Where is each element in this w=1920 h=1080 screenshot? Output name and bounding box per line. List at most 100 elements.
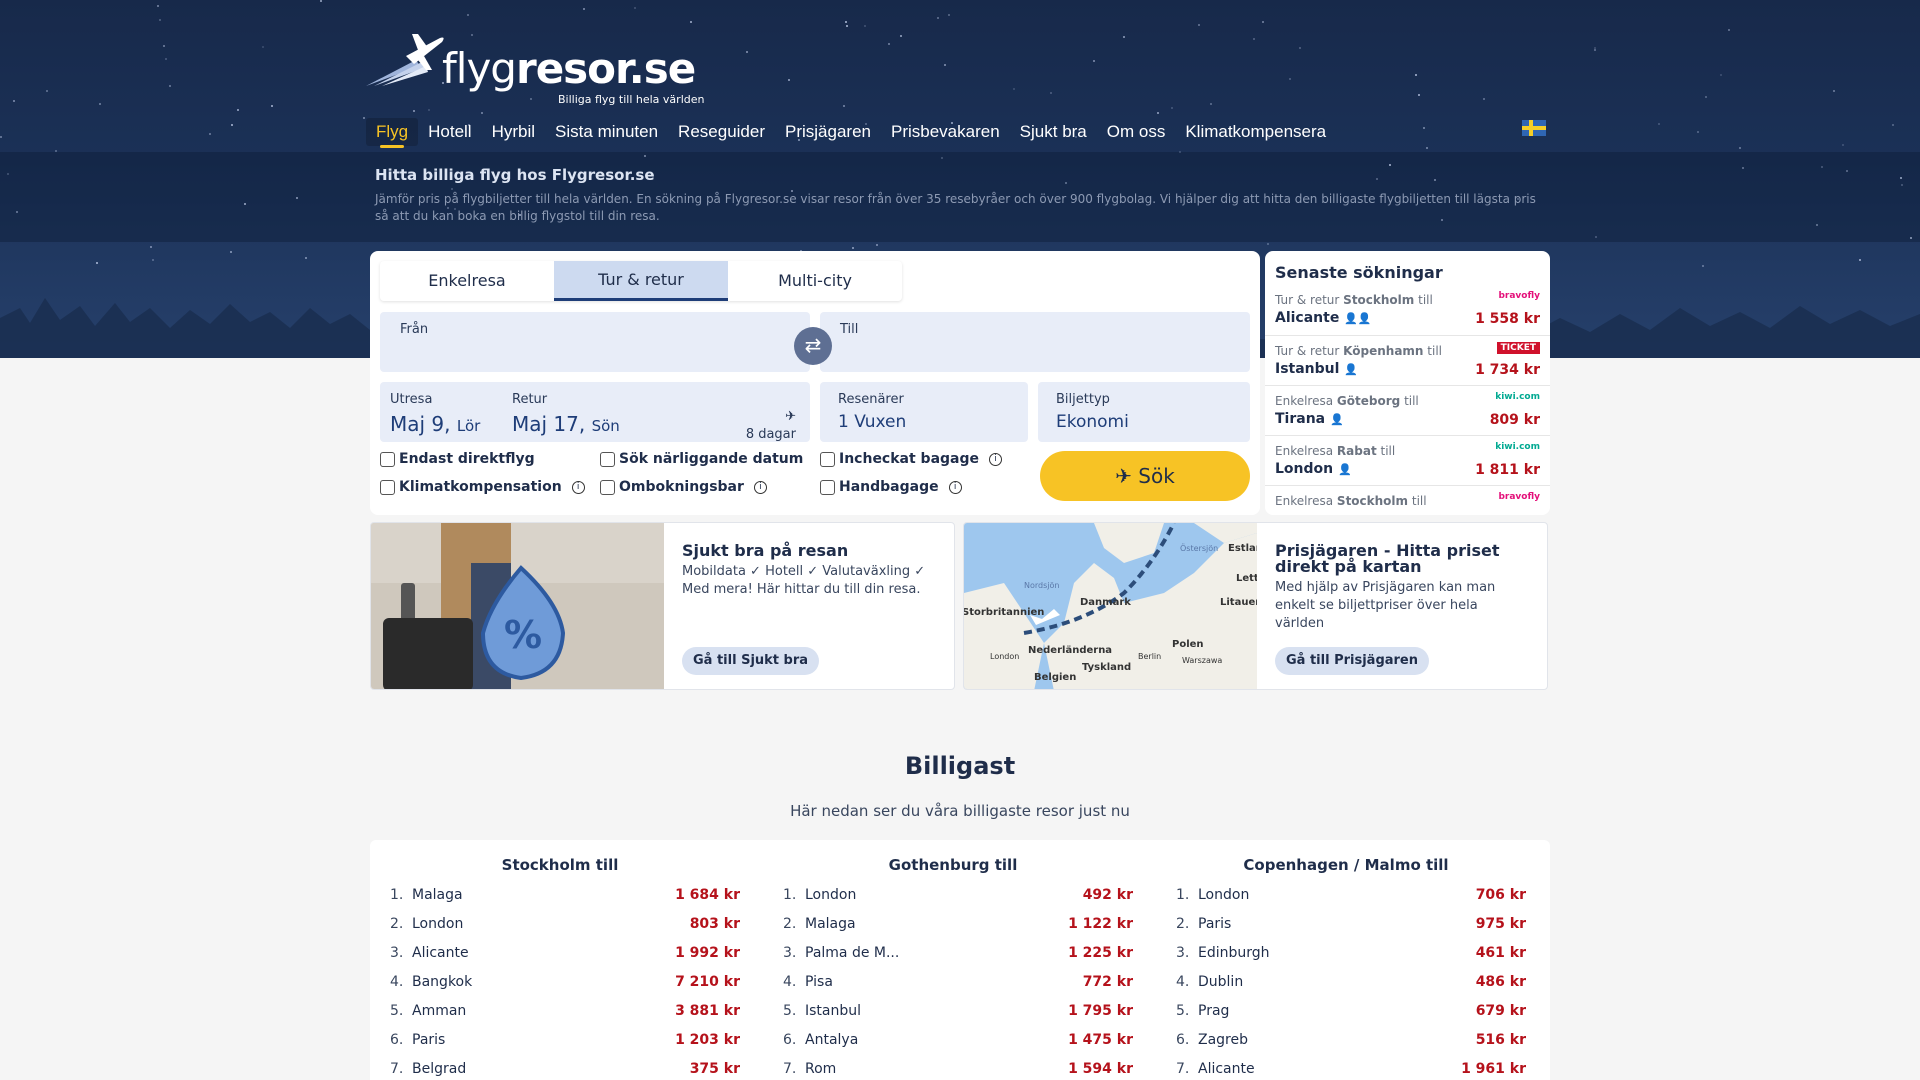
to-field[interactable]: Till [820,312,1250,372]
map-label: Estland [1228,543,1257,554]
map-label: Storbritannien [964,607,1044,618]
nav-item-prisjagaren[interactable]: Prisjägaren [775,118,881,146]
star-decoration [169,85,171,87]
route-row[interactable]: 4. Pisa 772 kr [783,974,1143,996]
checkbox[interactable] [600,451,615,467]
promo-button[interactable]: Gå till Prisjägaren [1275,647,1429,675]
logo[interactable]: flygresor.se Billiga flyg till hela värl… [366,30,706,106]
nav-item-hotell[interactable]: Hotell [418,118,481,146]
route-row[interactable]: 7. Belgrad 375 kr [390,1061,750,1080]
recent-route: Enkelresa Göteborg till [1275,394,1419,408]
star-decoration [1892,124,1894,126]
star-decoration [1376,178,1378,180]
option-hand-baggage[interactable]: Handbagage i [820,479,962,495]
tab-tur-retur[interactable]: Tur & retur [554,261,728,301]
search-button[interactable]: ✈ Sök [1040,451,1250,501]
route-row[interactable]: 4. Dublin 486 kr [1176,974,1536,996]
option-direct-flights[interactable]: Endast direktflyg [380,451,535,467]
recent-price: 809 kr [1489,412,1540,428]
route-row[interactable]: 2. Paris 975 kr [1176,916,1536,938]
star-decoration [1842,144,1844,146]
promo-prisjagaren[interactable]: Östersjön Nordsjön Danmark Estland Lettl… [963,522,1548,690]
recent-price: 1 811 kr [1475,462,1540,478]
route-row[interactable]: 7. Alicante 1 961 kr [1176,1061,1536,1080]
nav-item-flyg[interactable]: Flyg [366,118,419,148]
checkbox[interactable] [820,479,835,495]
checkbox[interactable] [600,479,615,495]
promo-text: Med hjälp av Prisjägaren kan man enkelt … [1275,580,1496,631]
star-decoration [937,17,939,19]
route-row[interactable]: 3. Palma de M... 1 225 kr [783,945,1143,967]
from-field[interactable]: Från [380,312,810,372]
route-row[interactable]: 3. Alicante 1 992 kr [390,945,750,967]
nav-item-sista-minuten[interactable]: Sista minuten [545,118,668,146]
route-row[interactable]: 4. Bangkok 7 210 kr [390,974,750,996]
route-row[interactable]: 1. Malaga 1 684 kr [390,887,750,909]
info-icon[interactable]: i [753,480,767,494]
route-row[interactable]: 6. Zagreb 516 kr [1176,1032,1536,1054]
person-icon: 👤 [1344,363,1359,376]
nav-item-hyrbil[interactable]: Hyrbil [482,118,545,146]
nav-item-prisbevakaren[interactable]: Prisbevakaren [881,118,1010,146]
ticket-type-field[interactable]: Biljettyp Ekonomi [1038,382,1250,442]
info-icon[interactable]: i [989,452,1003,466]
date-field[interactable]: Utresa Maj 9, Lör Retur Maj 17, Sön ✈ 8 d… [380,382,810,442]
info-icon[interactable]: i [571,480,585,494]
star-decoration [0,136,2,138]
star-decoration [150,246,152,248]
option-checked-baggage[interactable]: Incheckat bagage i [820,451,1003,467]
checkbox[interactable] [380,451,395,467]
star-decoration [746,51,748,53]
route-row[interactable]: 6. Paris 1 203 kr [390,1032,750,1054]
recent-search-row[interactable]: Enkelresa Stockholm till bravofly [1265,485,1550,515]
nav-item-om-oss[interactable]: Om oss [1097,118,1176,146]
star-decoration [1157,112,1159,114]
route-row[interactable]: 5. Prag 679 kr [1176,1003,1536,1025]
star-decoration [1267,243,1269,245]
swedish-flag-icon[interactable] [1522,120,1546,136]
route-row[interactable]: 2. Malaga 1 122 kr [783,916,1143,938]
checkbox[interactable] [820,451,835,467]
info-icon[interactable]: i [948,480,962,494]
option-climate-compensation[interactable]: Klimatkompensation i [380,479,585,495]
route-row[interactable]: 7. Rom 1 594 kr [783,1061,1143,1080]
star-decoration [846,25,848,27]
star-decoration [159,19,161,21]
travellers-field[interactable]: Resenärer 1 Vuxen [820,382,1028,442]
route-row[interactable]: 1. London 492 kr [783,887,1143,909]
route-row[interactable]: 5. Amman 3 881 kr [390,1003,750,1025]
checkbox[interactable] [380,479,395,495]
nav-item-klimatkompensera[interactable]: Klimatkompensera [1175,118,1336,146]
option-nearby-dates[interactable]: Sök närliggande datum [600,451,803,467]
recent-search-row[interactable]: Tur & retur Köpenhamn till Istanbul 👤 TI… [1265,335,1550,385]
route-row[interactable]: 2. London 803 kr [390,916,750,938]
star-decoration [948,14,950,16]
star-decoration [1900,177,1902,179]
recent-search-row[interactable]: Tur & retur Stockholm till Alicante 👤👤 b… [1265,285,1550,335]
route-row[interactable]: 3. Edinburgh 461 kr [1176,945,1536,967]
promo-sjukt-bra[interactable]: % Sjukt bra på resan Mobildata ✓ Hotell … [370,522,955,690]
swap-icon[interactable]: ⇄ [794,327,832,365]
map-label: Belgien [1034,672,1076,683]
airplane-logo-icon [366,34,444,86]
star-decoration [1389,164,1391,166]
recent-search-row[interactable]: Enkelresa Rabat till London 👤 kiwi.com 1… [1265,435,1550,485]
route-row[interactable]: 1. London 706 kr [1176,887,1536,909]
star-decoration [1739,147,1741,149]
star-decoration [634,7,636,9]
star-decoration [1901,184,1903,186]
nav-item-sjukt-bra[interactable]: Sjukt bra [1010,118,1097,146]
nav-item-reseguider[interactable]: Reseguider [668,118,775,146]
promo-sjukt-bra-image: % [371,523,664,689]
promo-button[interactable]: Gå till Sjukt bra [682,647,820,675]
recent-search-row[interactable]: Enkelresa Göteborg till Tirana 👤 kiwi.co… [1265,385,1550,435]
star-decoration [13,100,15,102]
tab-multi-city[interactable]: Multi-city [728,261,902,301]
option-rebookable[interactable]: Ombokningsbar i [600,479,767,495]
star-decoration [363,117,365,119]
route-row[interactable]: 5. Istanbul 1 795 kr [783,1003,1143,1025]
tab-enkelresa[interactable]: Enkelresa [380,261,554,301]
intro-text: Jämför pris på flygbiljetter till hela v… [375,192,1536,223]
star-decoration [941,157,943,159]
route-row[interactable]: 6. Antalya 1 475 kr [783,1032,1143,1054]
